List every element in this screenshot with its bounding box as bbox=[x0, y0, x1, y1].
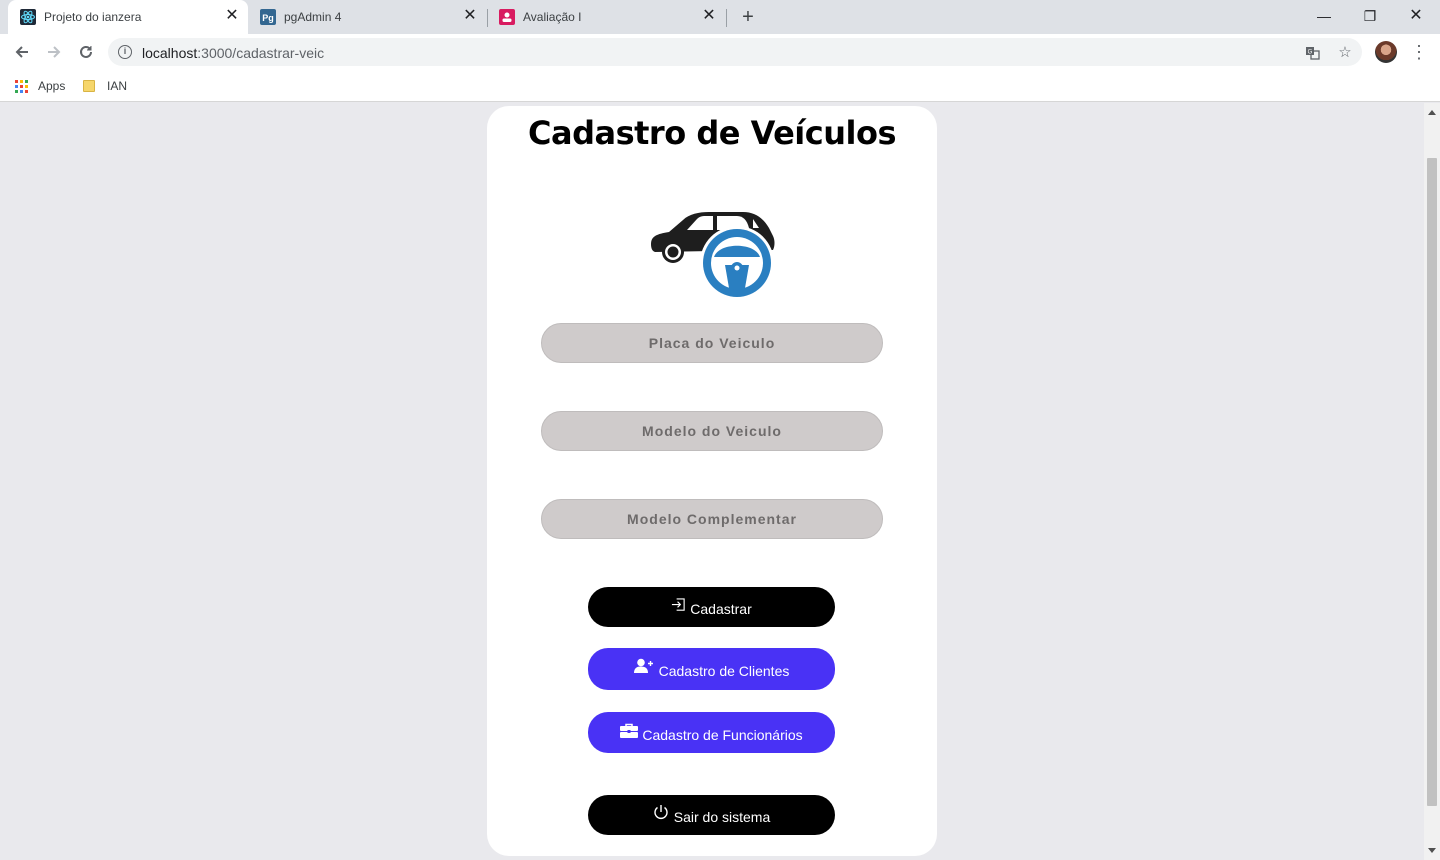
menu-kebab-icon[interactable]: ⋮ bbox=[1410, 40, 1428, 64]
url-path: :3000/cadastrar-veic bbox=[197, 45, 325, 61]
placa-input[interactable] bbox=[541, 323, 883, 363]
restore-button[interactable]: ❐ bbox=[1359, 6, 1381, 26]
star-icon[interactable]: ☆ bbox=[1336, 44, 1354, 62]
arrow-right-icon bbox=[48, 46, 61, 58]
bookmark-apps[interactable]: Apps bbox=[15, 77, 65, 95]
reload-icon bbox=[80, 45, 92, 58]
close-icon[interactable]: ✕ bbox=[701, 8, 717, 24]
browser-toolbar: i localhost:3000/cadastrar-veic G ☆ ⋮ bbox=[0, 34, 1440, 70]
svg-text:Pg: Pg bbox=[262, 13, 274, 23]
funcionarios-label: Cadastro de Funcionários bbox=[642, 726, 803, 743]
url-text[interactable]: localhost:3000/cadastrar-veic bbox=[142, 45, 324, 61]
apps-grid-icon bbox=[15, 79, 28, 93]
cadastro-clientes-button[interactable]: Cadastro de Clientes bbox=[588, 648, 835, 690]
scroll-up-icon[interactable] bbox=[1428, 110, 1436, 115]
cadastrar-label: Cadastrar bbox=[690, 601, 752, 617]
sign-in-icon bbox=[672, 597, 685, 611]
info-icon[interactable]: i bbox=[118, 45, 132, 59]
url-host: localhost bbox=[142, 45, 198, 61]
clientes-label: Cadastro de Clientes bbox=[658, 663, 790, 679]
page-title: Cadastro de Veículos bbox=[527, 114, 897, 152]
vertical-scrollbar[interactable] bbox=[1424, 103, 1440, 860]
tab-separator bbox=[726, 9, 727, 27]
close-icon[interactable]: ✕ bbox=[462, 8, 478, 24]
sair-sistema-button[interactable]: Sair do sistema bbox=[588, 795, 835, 835]
tab-pgadmin[interactable]: Pg pgAdmin 4 ✕ bbox=[248, 0, 486, 34]
bookmark-label: IAN bbox=[107, 79, 128, 93]
classroom-icon bbox=[499, 9, 515, 25]
back-button[interactable] bbox=[10, 40, 34, 64]
bookmarks-bar: Apps IAN bbox=[0, 70, 1440, 102]
briefcase-icon bbox=[620, 723, 639, 738]
new-tab-button[interactable]: + bbox=[738, 7, 758, 27]
svg-text:G: G bbox=[1308, 50, 1313, 56]
address-bar[interactable]: i localhost:3000/cadastrar-veic G ☆ bbox=[108, 38, 1362, 66]
profile-avatar[interactable] bbox=[1375, 41, 1397, 63]
tab-strip: Projeto do ianzera ✕ Pg pgAdmin 4 ✕ Aval… bbox=[0, 0, 1440, 34]
bookmark-label: Apps bbox=[38, 79, 66, 93]
folder-icon bbox=[83, 80, 95, 92]
page-viewport: Cadastro de Veículos Placa do Veiculo Mo… bbox=[0, 103, 1424, 860]
form-card: Cadastro de Veículos Placa do Veiculo Mo… bbox=[487, 106, 937, 856]
forward-button[interactable] bbox=[42, 40, 66, 64]
user-plus-icon bbox=[633, 658, 653, 673]
modelo-input[interactable] bbox=[541, 411, 883, 451]
tab-title: pgAdmin 4 bbox=[284, 10, 342, 24]
modelo-complementar-input[interactable] bbox=[541, 499, 883, 539]
sair-label: Sair do sistema bbox=[673, 809, 771, 825]
translate-icon[interactable]: G bbox=[1304, 44, 1322, 62]
car-steering-wheel-icon bbox=[651, 212, 775, 300]
pgadmin-icon: Pg bbox=[260, 9, 276, 25]
tab-title: Projeto do ianzera bbox=[44, 10, 142, 24]
bookmark-ian[interactable]: IAN bbox=[83, 77, 127, 95]
tab-title: Avaliação I bbox=[523, 10, 582, 24]
react-icon bbox=[20, 9, 36, 25]
minimize-button[interactable]: — bbox=[1313, 6, 1335, 26]
cadastrar-button[interactable]: Cadastrar bbox=[588, 587, 835, 627]
tab-avaliacao[interactable]: Avaliação I ✕ bbox=[487, 0, 725, 34]
close-icon[interactable]: ✕ bbox=[224, 8, 240, 24]
reload-button[interactable] bbox=[74, 40, 98, 64]
cadastro-funcionarios-button[interactable]: Cadastro de Funcionários bbox=[588, 712, 835, 753]
power-icon bbox=[654, 805, 668, 819]
scroll-down-icon[interactable] bbox=[1428, 848, 1436, 853]
arrow-left-icon bbox=[15, 46, 28, 58]
tab-projeto[interactable]: Projeto do ianzera ✕ bbox=[8, 0, 248, 34]
scroll-thumb[interactable] bbox=[1427, 158, 1437, 806]
window-close-button[interactable]: ✕ bbox=[1405, 6, 1427, 26]
